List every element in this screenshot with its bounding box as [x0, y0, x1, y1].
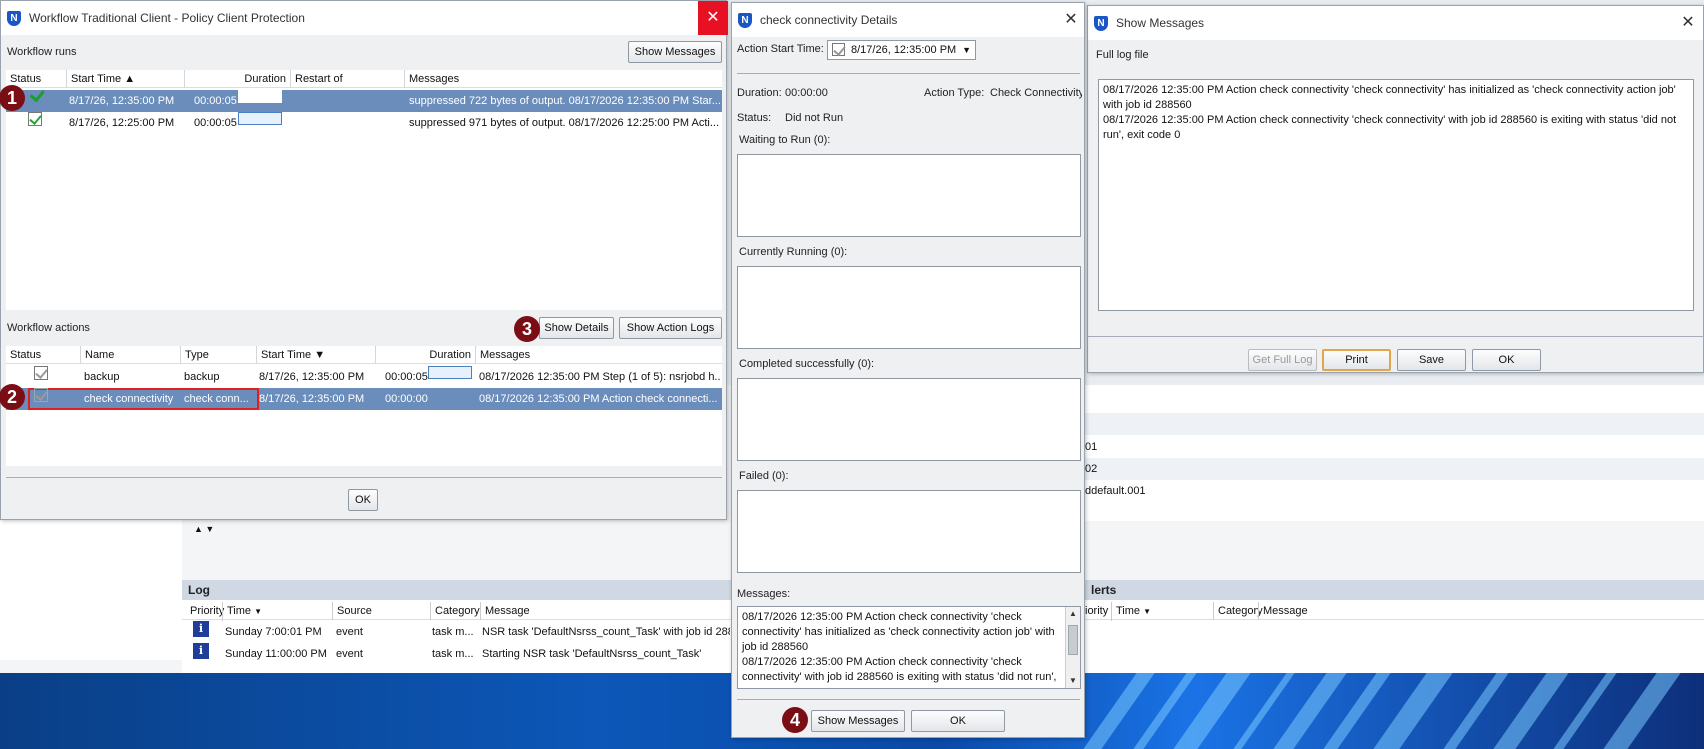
scroll-down-icon[interactable]: ▼: [1066, 674, 1080, 688]
ok-button[interactable]: OK: [1472, 349, 1541, 371]
details-titlebar[interactable]: N check connectivity Details ✕: [732, 3, 1084, 37]
workflow-actions-table: Status Name Type Start Time ▼ Duration M…: [6, 346, 722, 466]
completed-label: Completed successfully (0):: [739, 358, 875, 370]
step-badge-2: 2: [0, 384, 25, 410]
workflow-window: N Workflow Traditional Client - Policy C…: [0, 0, 728, 520]
workflow-runs-table: Status Start Time ▲ Duration Restart of …: [6, 70, 722, 310]
desktop-wallpaper-graphic: [1050, 673, 1704, 749]
sort-desc-icon: ▼: [254, 607, 263, 616]
print-button[interactable]: Print: [1322, 349, 1391, 371]
networker-icon: N: [738, 13, 752, 28]
show-messages-window: N Show Messages ✕ Full log file 08/17/20…: [1087, 5, 1704, 373]
list-item[interactable]: ddefault.001: [1085, 480, 1704, 502]
table-row[interactable]: backup backup 8/17/26, 12:35:00 PM 00:00…: [6, 366, 722, 388]
duration-bar: [238, 112, 282, 125]
get-full-log-button[interactable]: Get Full Log: [1248, 349, 1317, 371]
full-log-textarea[interactable]: 08/17/2026 12:35:00 PM Action check conn…: [1098, 79, 1694, 311]
runs-table-header: Status Start Time ▲ Duration Restart of …: [6, 70, 722, 88]
running-list[interactable]: [737, 266, 1081, 349]
chevron-down-icon[interactable]: ▼: [962, 41, 971, 59]
show-messages-titlebar[interactable]: N Show Messages ✕: [1088, 6, 1703, 40]
action-start-time-select[interactable]: 8/17/26, 12:35:00 PM ▼: [827, 40, 976, 60]
divider: [6, 477, 722, 478]
divider: [737, 73, 1080, 74]
divider: [1088, 336, 1704, 337]
sort-arrows-icon[interactable]: ▲ ▼: [194, 524, 214, 534]
table-row-selected[interactable]: check connectivity check conn... 8/17/26…: [6, 388, 722, 410]
show-action-logs-button[interactable]: Show Action Logs: [619, 317, 722, 339]
actions-table-header: Status Name Type Start Time ▼ Duration M…: [6, 346, 722, 364]
close-icon[interactable]: ✕: [698, 1, 728, 35]
table-row[interactable]: 8/17/26, 12:35:00 PM 00:00:05 suppressed…: [6, 90, 722, 112]
duration-label: Duration:: [737, 87, 782, 99]
step-badge-4: 4: [782, 707, 808, 733]
table-row[interactable]: i Sunday 7:00:01 PM event task m... NSR …: [182, 621, 731, 643]
divider: [737, 699, 1080, 700]
success-check-icon: [28, 112, 42, 126]
status-label: Status:: [737, 112, 772, 124]
list-item[interactable]: [1085, 413, 1704, 435]
waiting-label: Waiting to Run (0):: [739, 134, 831, 146]
sort-desc-icon: ▼: [1143, 607, 1152, 616]
details-title: check connectivity Details: [760, 13, 898, 27]
duration-bar: [238, 90, 282, 103]
running-label: Currently Running (0):: [739, 246, 848, 258]
show-messages-button[interactable]: Show Messages: [811, 710, 905, 732]
action-start-time-label: Action Start Time:: [737, 43, 824, 55]
sort-desc-icon: ▼: [314, 349, 326, 361]
completed-list[interactable]: [737, 378, 1081, 461]
messages-textarea[interactable]: 08/17/2026 12:35:00 PM Action check conn…: [737, 606, 1081, 689]
list-item[interactable]: 01: [1085, 436, 1704, 458]
check-icon: [832, 43, 845, 56]
details-window: N check connectivity Details ✕ Action St…: [731, 2, 1085, 738]
workflow-actions-label: Workflow actions: [7, 322, 90, 334]
messages-scrollbar[interactable]: ▲ ▼: [1065, 607, 1080, 688]
action-type-value: Check Connectivity: [990, 87, 1082, 99]
failed-label: Failed (0):: [739, 470, 789, 482]
info-icon: i: [193, 621, 209, 637]
close-icon[interactable]: ✕: [1673, 6, 1703, 40]
messages-label: Messages:: [737, 588, 791, 600]
step-badge-3: 3: [514, 316, 540, 342]
table-row[interactable]: i Sunday 11:00:00 PM event task m... Sta…: [182, 643, 731, 665]
sort-asc-icon: ▲: [124, 73, 136, 85]
log-panel-title: Log: [182, 580, 731, 600]
scroll-thumb[interactable]: [1068, 625, 1078, 655]
check-icon: [34, 366, 48, 380]
status-value: Did not Run: [785, 112, 844, 124]
info-icon: i: [193, 643, 209, 659]
failed-list[interactable]: [737, 490, 1081, 573]
networker-icon: N: [7, 11, 21, 26]
ok-button[interactable]: OK: [348, 489, 378, 511]
close-icon[interactable]: ✕: [1056, 3, 1086, 37]
waiting-list[interactable]: [737, 154, 1081, 237]
table-row[interactable]: 8/17/26, 12:25:00 PM 00:00:05 suppressed…: [6, 112, 722, 134]
show-messages-button[interactable]: Show Messages: [628, 41, 722, 63]
check-icon: [34, 388, 48, 402]
success-check-icon: [30, 90, 44, 104]
list-item[interactable]: 02: [1085, 458, 1704, 480]
duration-bar: [428, 366, 472, 379]
workflow-window-title: Workflow Traditional Client - Policy Cli…: [29, 11, 305, 25]
list-item[interactable]: [1085, 391, 1704, 413]
save-button[interactable]: Save: [1397, 349, 1466, 371]
workflow-window-titlebar[interactable]: N Workflow Traditional Client - Policy C…: [1, 1, 728, 35]
show-messages-title: Show Messages: [1116, 16, 1205, 30]
duration-value: 00:00:00: [785, 87, 828, 99]
scroll-up-icon[interactable]: ▲: [1066, 607, 1080, 621]
networker-icon: N: [1094, 16, 1108, 31]
full-log-label: Full log file: [1096, 49, 1149, 61]
alerts-panel-title: lerts: [1085, 580, 1704, 600]
log-table-header: Priority Time ▼ Source Category Message: [182, 602, 731, 621]
action-type-label: Action Type:: [924, 87, 985, 99]
step-badge-1: 1: [0, 85, 25, 111]
workflow-runs-label: Workflow runs: [7, 46, 77, 58]
ok-button[interactable]: OK: [911, 710, 1005, 732]
alerts-table-header: iority Time ▼ Category Message: [1085, 602, 1704, 621]
show-details-button[interactable]: Show Details: [539, 317, 614, 339]
